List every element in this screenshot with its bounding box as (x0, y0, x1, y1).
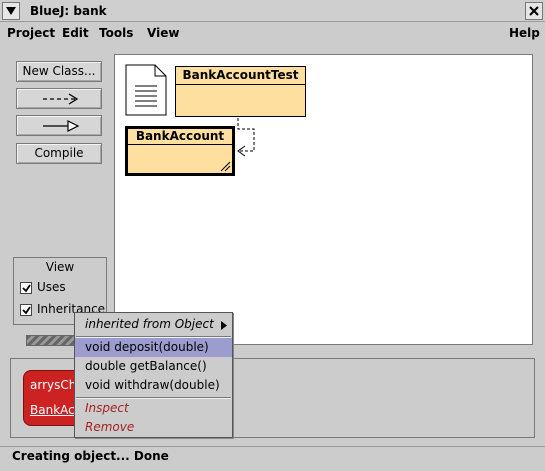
class-name: BankAccountTest (176, 67, 305, 85)
menu-edit[interactable]: Edit (62, 26, 89, 40)
menu-help[interactable]: Help (509, 26, 540, 40)
resize-grip-icon[interactable] (219, 160, 231, 172)
menu-item-remove[interactable]: Remove (75, 418, 232, 437)
uses-dependency-arrow (237, 118, 255, 157)
checkmark-icon (22, 284, 31, 293)
menu-bar: Project Edit Tools View Help (0, 23, 545, 43)
menu-item-withdraw[interactable]: void withdraw(double) (75, 376, 232, 395)
status-text: Creating object... Done (12, 449, 169, 463)
menu-tools[interactable]: Tools (99, 26, 133, 40)
object-context-menu: inherited from Object void deposit(doubl… (74, 312, 233, 438)
inheritance-arrow-icon (43, 120, 80, 132)
class-bankaccount[interactable]: BankAccount (125, 126, 235, 176)
dashed-arrow-icon (43, 93, 79, 105)
uses-checkbox[interactable] (20, 282, 32, 294)
inheritance-arrow-button[interactable] (16, 115, 102, 136)
menu-item-deposit[interactable]: void deposit(double) (75, 338, 232, 357)
checkmark-icon (22, 306, 31, 315)
uses-arrow-button[interactable] (16, 88, 102, 109)
title-bar: BlueJ: bank (0, 0, 545, 22)
menu-project[interactable]: Project (7, 26, 55, 40)
class-bankaccounttest[interactable]: BankAccountTest (175, 66, 306, 117)
menu-item-inherited-from-object[interactable]: inherited from Object (75, 315, 232, 334)
window-menu-button[interactable] (2, 2, 20, 20)
compile-button[interactable]: Compile (16, 143, 102, 164)
uses-label: Uses (37, 280, 66, 294)
window-title: BlueJ: bank (30, 4, 107, 18)
class-name: BankAccount (128, 129, 232, 145)
new-class-button[interactable]: New Class... (16, 61, 102, 82)
close-window-button[interactable] (525, 2, 543, 20)
triangle-down-icon (6, 7, 16, 15)
close-icon (529, 6, 539, 16)
readme-document-icon[interactable] (125, 64, 167, 116)
menu-item-inspect[interactable]: Inspect (75, 399, 232, 418)
menu-view[interactable]: View (147, 26, 179, 40)
menu-item-getbalance[interactable]: double getBalance() (75, 357, 232, 376)
submenu-arrow-icon (221, 321, 227, 330)
inherited-label: inherited from Object (85, 317, 214, 331)
status-bar: Creating object... Done (0, 446, 545, 471)
view-title: View (45, 260, 75, 274)
inheritance-checkbox[interactable] (20, 304, 32, 316)
